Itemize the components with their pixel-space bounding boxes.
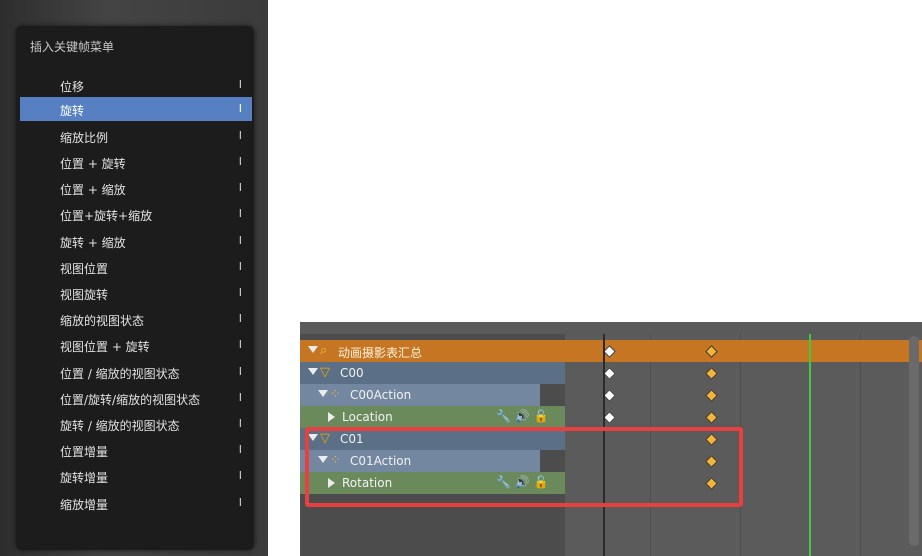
menu-item[interactable]: 旋转 / 缩放的视图状态 I	[20, 412, 252, 436]
menu-item-label: 位置 + 旋转	[60, 157, 126, 171]
menu-item-label: 缩放增量	[60, 498, 109, 512]
keyframe-diamond[interactable]	[603, 389, 616, 402]
menu-item[interactable]: 位置/旋转/缩放的视图状态 I	[20, 386, 252, 410]
expand-triangle-icon[interactable]	[328, 412, 335, 422]
menu-item-label: 位移	[60, 80, 85, 94]
wrench-icon[interactable]: 🔧	[496, 409, 511, 423]
menu-item[interactable]: 视图旋转 I	[20, 281, 252, 305]
keyframe-diamond[interactable]	[603, 411, 616, 424]
menu-item-shortcut: I	[238, 443, 242, 456]
action-icon: ⁘	[330, 387, 341, 402]
menu-item-shortcut: I	[238, 286, 242, 299]
channel-row-action[interactable]: ⁘ C00Action	[300, 384, 922, 406]
menu-item[interactable]: 缩放的视图状态 I	[20, 307, 252, 331]
menu-item-shortcut: I	[238, 207, 242, 220]
menu-item-label: 位置/旋转/缩放的视图状态	[60, 393, 201, 407]
menu-item[interactable]: 旋转 + 缩放 I	[20, 229, 252, 253]
keyframe-diamond[interactable]	[705, 389, 718, 402]
menu-item-shortcut: I	[238, 391, 242, 404]
lock-icon[interactable]: 🔓	[530, 409, 549, 423]
menu-item[interactable]: 位置 + 旋转 I	[20, 150, 252, 174]
channel-label: C00Action	[350, 388, 412, 402]
menu-item[interactable]: 位置 / 缩放的视图状态 I	[20, 360, 252, 384]
menu-item-label: 缩放的视图状态	[60, 314, 145, 328]
menu-item-label: 视图旋转	[60, 288, 109, 302]
menu-item-label: 位置+旋转+缩放	[60, 209, 153, 223]
keyframe-diamond[interactable]	[705, 367, 718, 380]
menu-item[interactable]: 视图位置 I	[20, 255, 252, 279]
menu-item-shortcut: I	[238, 496, 242, 509]
menu-item-label: 旋转	[60, 104, 85, 118]
channel-label: Location	[342, 410, 393, 424]
menu-item-label: 位置 / 缩放的视图状态	[60, 367, 180, 381]
menu-title: 插入关键帧菜单	[30, 40, 115, 54]
menu-item[interactable]: 位移 I	[20, 73, 252, 97]
menu-item[interactable]: 缩放比例 I	[20, 124, 252, 148]
collapse-triangle-icon[interactable]	[318, 390, 328, 397]
menu-item-label: 视图位置 + 旋转	[60, 340, 150, 354]
vertical-scrollbar[interactable]	[909, 336, 919, 546]
menu-item-label: 位置 + 缩放	[60, 183, 126, 197]
camera-icon: ▽	[320, 365, 330, 380]
highlight-box	[305, 427, 743, 507]
menu-item-shortcut: I	[238, 469, 242, 482]
insert-keyframe-menu: 插入关键帧菜单 位移 I 旋转 I 缩放比例 I 位置 + 旋转 I 位置 + 缩放 I 位置+旋转…	[16, 26, 254, 550]
menu-item-label: 旋转 + 缩放	[60, 236, 126, 250]
menu-item[interactable]: 缩放增量 I	[20, 491, 252, 515]
collapse-triangle-icon[interactable]	[308, 346, 318, 353]
menu-item-shortcut: I	[238, 78, 242, 91]
menu-item-shortcut: I	[238, 260, 242, 273]
menu-item[interactable]: 位置 + 缩放 I	[20, 176, 252, 200]
keyframe-diamond[interactable]	[705, 411, 718, 424]
channel-label: 动画摄影表汇总	[338, 346, 423, 360]
channel-row-summary[interactable]: ⌕ 动画摄影表汇总	[300, 340, 922, 362]
menu-item[interactable]: 旋转 I	[20, 97, 252, 121]
menu-item[interactable]: 位置增量 I	[20, 438, 252, 462]
channel-label: C00	[340, 366, 364, 380]
dopesheet-icon: ⌕	[320, 343, 328, 358]
current-frame-indicator[interactable]	[809, 334, 811, 556]
menu-item-shortcut: I	[238, 338, 242, 351]
mute-speaker-icon[interactable]: 🔊	[511, 409, 530, 423]
collapse-triangle-icon[interactable]	[308, 368, 318, 375]
keyframe-diamond[interactable]	[603, 367, 616, 380]
menu-item-label: 旋转增量	[60, 471, 109, 485]
menu-item-label: 缩放比例	[60, 131, 109, 145]
channel-row-object[interactable]: ▽ C00	[300, 362, 922, 384]
menu-item[interactable]: 位置+旋转+缩放 I	[20, 202, 252, 226]
channel-tools: 🔧 🔊 🔓	[496, 409, 548, 423]
channel-row-channel[interactable]: Location 🔧 🔊 🔓	[300, 406, 922, 428]
menu-item-shortcut: I	[238, 417, 242, 430]
menu-item-shortcut: I	[238, 181, 242, 194]
menu-item-shortcut: I	[238, 129, 242, 142]
menu-item-shortcut: I	[238, 234, 242, 247]
menu-item-shortcut: I	[238, 102, 242, 115]
menu-item-shortcut: I	[238, 312, 242, 325]
menu-item[interactable]: 视图位置 + 旋转 I	[20, 333, 252, 357]
menu-item-label: 位置增量	[60, 445, 109, 459]
menu-item-label: 视图位置	[60, 262, 109, 276]
menu-item[interactable]: 旋转增量 I	[20, 464, 252, 488]
menu-item-shortcut: I	[238, 155, 242, 168]
dope-sheet-header	[300, 322, 922, 334]
menu-item-label: 旋转 / 缩放的视图状态	[60, 419, 180, 433]
menu-item-shortcut: I	[238, 365, 242, 378]
